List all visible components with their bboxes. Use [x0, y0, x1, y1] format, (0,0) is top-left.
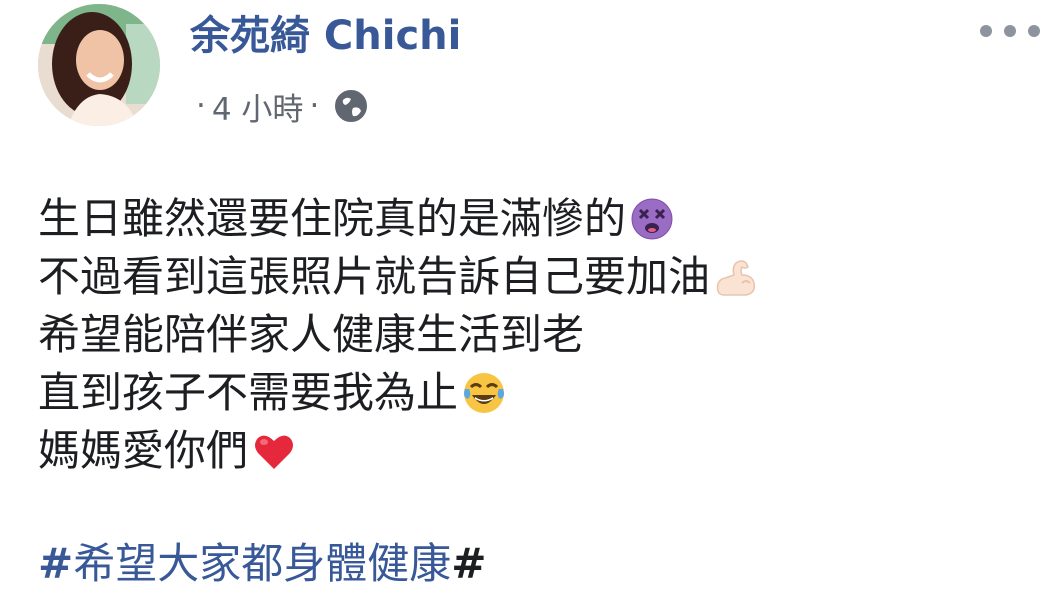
post-line: 生日雖然還要住院真的是滿慘的 [38, 190, 1038, 248]
dizzy-face-emoji-icon [628, 195, 676, 243]
hashtag-trailing-symbol: # [451, 539, 487, 588]
post-line-text: 直到孩子不需要我為止 [38, 368, 459, 417]
post-line: 直到孩子不需要我為止 [38, 364, 1038, 422]
hashtag-symbol: # [38, 539, 74, 588]
post-line-text: 媽媽愛你們 [38, 426, 249, 475]
more-options-icon [1004, 25, 1016, 37]
hashtag-link[interactable]: #希望大家都身體健康# [38, 535, 486, 593]
tears-of-joy-emoji-icon [460, 369, 508, 417]
post-text: 生日雖然還要住院真的是滿慘的 不過看到這張照片就告訴自己要加油 希望能陪伴家人健… [38, 190, 1038, 480]
more-options-icon [980, 25, 992, 37]
post-line: 媽媽愛你們 [38, 422, 1038, 480]
separator-dot: · [309, 88, 320, 124]
separator-dot: · [196, 88, 206, 124]
globe-icon[interactable] [333, 88, 369, 124]
post-line-text: 不過看到這張照片就告訴自己要加油 [38, 252, 711, 301]
post-line: 希望能陪伴家人健康生活到老 [38, 306, 1038, 364]
post-meta: · 4 小時 · [190, 84, 369, 128]
author-name-link[interactable]: 余苑綺 Chichi [190, 8, 461, 64]
more-options-icon [1028, 25, 1040, 37]
post-timestamp[interactable]: 4 小時 [212, 84, 304, 129]
post-line-text: 希望能陪伴家人健康生活到老 [38, 310, 585, 359]
red-heart-emoji-icon [250, 427, 298, 475]
post-line: 不過看到這張照片就告訴自己要加油 [38, 248, 1038, 306]
post-line-text: 生日雖然還要住院真的是滿慘的 [38, 194, 627, 243]
author-avatar[interactable] [38, 4, 160, 126]
flexed-biceps-emoji-icon [712, 253, 760, 301]
hashtag-text: 希望大家都身體健康 [73, 539, 452, 588]
more-options-button[interactable] [980, 16, 1040, 46]
